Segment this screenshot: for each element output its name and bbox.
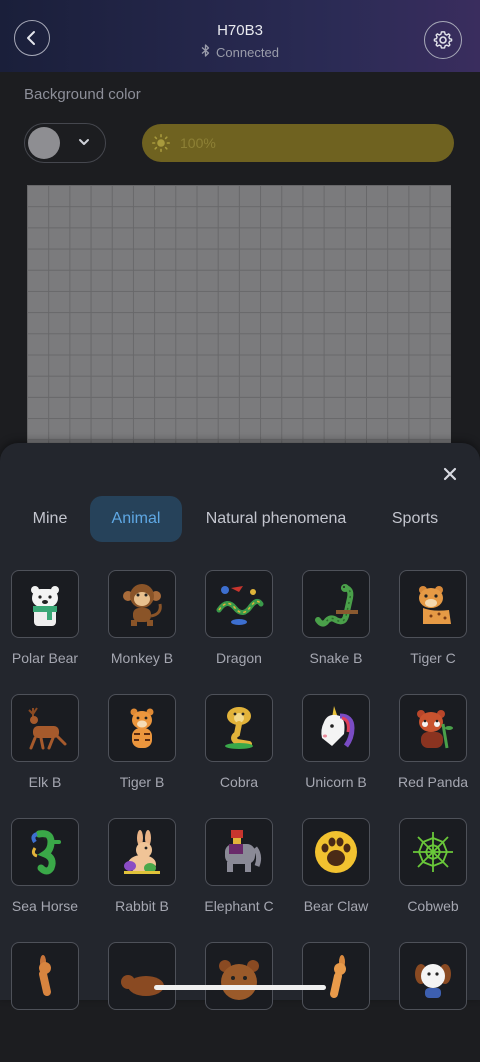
pattern-item-bear-claw[interactable]: Bear Claw bbox=[291, 818, 387, 938]
pixel-canvas[interactable] bbox=[27, 185, 451, 455]
pattern-item-unicorn-b[interactable]: Unicorn B bbox=[291, 694, 387, 814]
pattern-item-elk-b[interactable]: Elk B bbox=[0, 694, 96, 814]
item-label: Elephant C bbox=[204, 898, 274, 914]
elk-icon bbox=[11, 694, 79, 762]
bear-claw-icon bbox=[302, 818, 370, 886]
close-icon bbox=[443, 467, 457, 481]
pattern-item-bear[interactable] bbox=[97, 942, 193, 1062]
tiger-icon bbox=[399, 570, 467, 638]
pattern-item-elephant-c[interactable]: Elephant C bbox=[194, 818, 290, 938]
item-label: Dragon bbox=[216, 650, 262, 666]
item-label: Bear Claw bbox=[303, 898, 369, 914]
item-label: Red Panda bbox=[397, 774, 469, 790]
close-button[interactable] bbox=[438, 462, 462, 486]
item-label: Cobweb bbox=[407, 898, 459, 914]
status-text: Connected bbox=[216, 45, 279, 60]
item-label: Monkey B bbox=[110, 650, 174, 666]
brightness-slider[interactable]: 100% bbox=[142, 124, 454, 162]
pattern-item-sea-horse[interactable]: Sea Horse bbox=[0, 818, 96, 938]
tab-natural-phenomena[interactable]: Natural phenomena bbox=[196, 496, 356, 542]
tab-mine[interactable]: Mine bbox=[20, 496, 80, 542]
pattern-item-rabbit-b[interactable]: Rabbit B bbox=[97, 818, 193, 938]
sun-icon bbox=[152, 134, 170, 152]
item-label: Snake B bbox=[309, 650, 363, 666]
bluetooth-icon bbox=[201, 44, 210, 60]
item-label: Cobra bbox=[219, 774, 259, 790]
tab-sports[interactable]: Sports bbox=[380, 496, 450, 542]
polar-bear-icon bbox=[11, 570, 79, 638]
item-label: Tiger C bbox=[410, 650, 456, 666]
item-label: Unicorn B bbox=[305, 774, 367, 790]
connection-status: Connected bbox=[0, 44, 480, 60]
device-title: H70B3 bbox=[217, 22, 263, 39]
cobweb-icon bbox=[399, 818, 467, 886]
dragon-icon bbox=[205, 570, 273, 638]
background-color-label: Background color bbox=[24, 86, 141, 103]
pattern-item-bear-face[interactable] bbox=[194, 942, 290, 1062]
pattern-item-tiger-b[interactable]: Tiger B bbox=[97, 694, 193, 814]
pattern-item-cobra[interactable]: Cobra bbox=[194, 694, 290, 814]
settings-button[interactable] bbox=[424, 21, 462, 59]
pattern-item-dragon[interactable]: Dragon bbox=[194, 570, 290, 690]
pattern-item-kangaroo-2[interactable] bbox=[291, 942, 387, 1062]
gear-icon bbox=[433, 31, 453, 49]
item-label: Polar Bear bbox=[11, 650, 79, 666]
selected-color-swatch bbox=[28, 127, 60, 159]
chevron-down-icon bbox=[79, 139, 89, 145]
pattern-item-tiger-c[interactable]: Tiger C bbox=[388, 570, 480, 690]
unicorn-icon bbox=[302, 694, 370, 762]
seahorse-icon bbox=[11, 818, 79, 886]
pattern-item-red-panda[interactable]: Red Panda bbox=[388, 694, 480, 814]
tiger-icon bbox=[108, 694, 176, 762]
monkey-icon bbox=[108, 570, 176, 638]
rabbit-icon bbox=[108, 818, 176, 886]
tab-animal[interactable]: Animal bbox=[90, 496, 182, 542]
pattern-item-cobweb[interactable]: Cobweb bbox=[388, 818, 480, 938]
pattern-item-dog[interactable] bbox=[388, 942, 480, 1062]
home-indicator bbox=[154, 985, 326, 990]
pattern-item-kangaroo[interactable] bbox=[0, 942, 96, 1062]
cobra-icon bbox=[205, 694, 273, 762]
item-label: Tiger B bbox=[119, 774, 165, 790]
item-label: Sea Horse bbox=[11, 898, 79, 914]
brightness-value: 100% bbox=[180, 135, 216, 151]
color-picker-dropdown[interactable] bbox=[24, 123, 106, 163]
pattern-item-polar-bear[interactable]: Polar Bear bbox=[0, 570, 96, 690]
pattern-item-monkey-b[interactable]: Monkey B bbox=[97, 570, 193, 690]
red-panda-icon bbox=[399, 694, 467, 762]
snake-icon bbox=[302, 570, 370, 638]
item-label: Rabbit B bbox=[115, 898, 169, 914]
elephant-icon bbox=[205, 818, 273, 886]
pattern-item-snake-b[interactable]: Snake B bbox=[291, 570, 387, 690]
item-label: Elk B bbox=[28, 774, 62, 790]
